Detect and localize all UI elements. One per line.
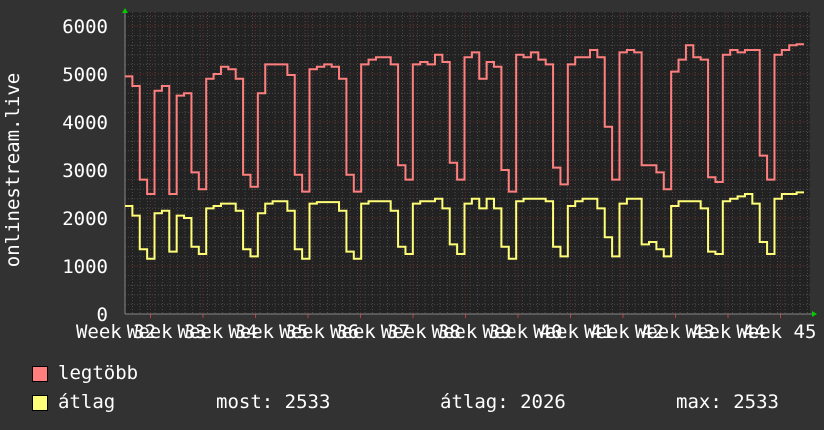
y-tick-label: 5000 bbox=[62, 64, 108, 86]
y-tick-label: 2000 bbox=[62, 208, 108, 230]
x-axis-arrow-icon bbox=[812, 311, 817, 317]
chart-container: 0 1000 2000 3000 4000 5000 6000 Week 32 Week 33 W… bbox=[0, 0, 824, 430]
legend-label-avg: átlag bbox=[58, 391, 116, 413]
y-tick-label: 4000 bbox=[62, 112, 108, 134]
stat-now: most: 2533 bbox=[216, 391, 331, 413]
legend-swatch-max bbox=[32, 366, 48, 382]
y-tick-label: 1000 bbox=[62, 256, 108, 278]
legend-label-max: legtöbb bbox=[58, 362, 139, 384]
y-axis-arrow-icon bbox=[122, 8, 128, 13]
x-tick-label: Week 45 bbox=[736, 321, 816, 343]
stat-avg: átlag: 2026 bbox=[440, 391, 566, 413]
y-tick-label: 6000 bbox=[62, 16, 108, 38]
legend-swatch-avg bbox=[32, 395, 48, 411]
y-axis-label: onlinestream.live bbox=[2, 73, 24, 267]
y-tick-label: 3000 bbox=[62, 160, 108, 182]
stat-max: max: 2533 bbox=[676, 391, 779, 413]
